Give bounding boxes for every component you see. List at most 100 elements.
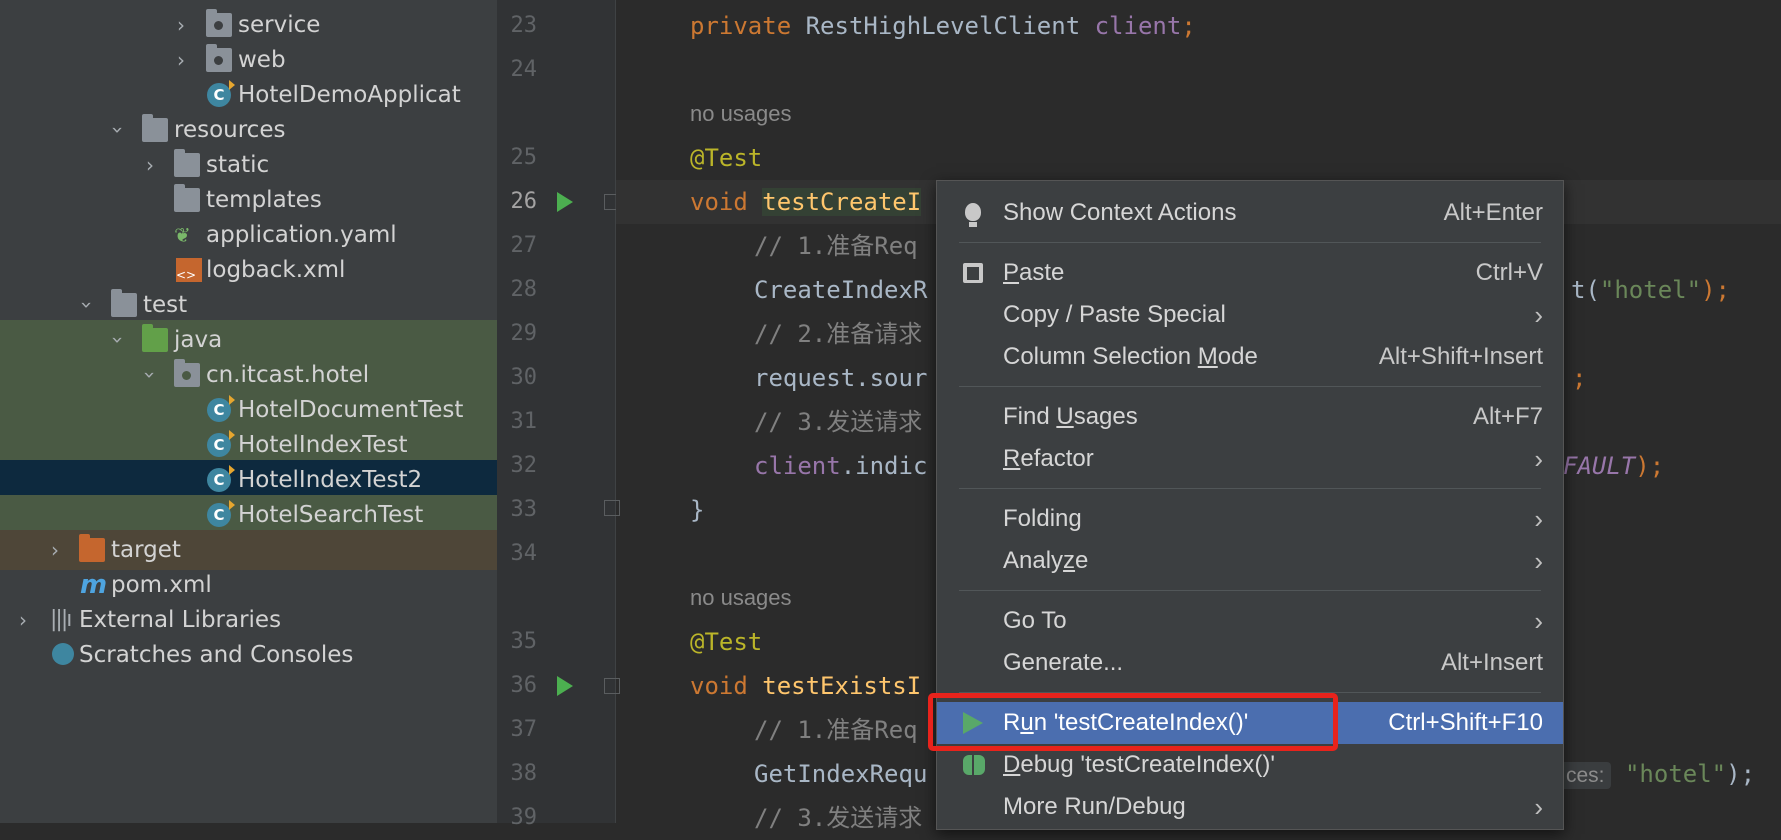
- tree-item-test[interactable]: › test: [0, 285, 497, 325]
- run-test-gutter-icon[interactable]: [557, 676, 573, 696]
- line-number: 30: [510, 365, 538, 390]
- line-number: 33: [510, 497, 538, 522]
- chevron-right-icon[interactable]: ›: [171, 40, 191, 80]
- line-number: 23: [510, 13, 538, 38]
- line-number: 29: [510, 321, 538, 346]
- menu-item-label: Refactor: [1003, 445, 1094, 472]
- menu-item-analyze[interactable]: Analyze ›: [937, 540, 1563, 582]
- tree-item-cn-itcast-hotel[interactable]: › cn.itcast.hotel: [0, 355, 497, 395]
- code-line-32[interactable]: client.indic: [754, 444, 927, 488]
- code-line-38[interactable]: GetIndexRequ: [754, 752, 927, 796]
- code-line-30-tail[interactable]: ;: [1572, 356, 1586, 400]
- menu-item-column-selection-mode[interactable]: Column Selection Mode Alt+Shift+Insert: [937, 336, 1563, 378]
- tree-item-web[interactable]: › web: [0, 40, 497, 80]
- menu-item-copy-paste-special[interactable]: Copy / Paste Special ›: [937, 294, 1563, 336]
- tree-item-hoteldocumenttest[interactable]: C HotelDocumentTest: [0, 390, 497, 430]
- code-line-28[interactable]: CreateIndexR: [754, 268, 927, 312]
- tree-item-label: HotelSearchTest: [238, 502, 424, 528]
- line-number: 26: [510, 189, 538, 214]
- editor-context-menu: Show Context Actions Alt+Enter Paste Ctr…: [936, 180, 1564, 830]
- tree-item-resources[interactable]: › resources: [0, 110, 497, 150]
- menu-item-shortcut: Alt+Enter: [1443, 199, 1543, 226]
- usages-hint[interactable]: no usages: [690, 576, 792, 620]
- tree-item-hotelsearchtest[interactable]: C HotelSearchTest: [0, 495, 497, 535]
- menu-item-generate[interactable]: Generate... Alt+Insert: [937, 642, 1563, 684]
- chevron-down-icon[interactable]: ›: [130, 365, 170, 385]
- tree-item-label: Scratches and Consoles: [79, 642, 354, 668]
- keyword: private: [690, 12, 792, 40]
- menu-item-folding[interactable]: Folding ›: [937, 498, 1563, 540]
- tree-item-templates[interactable]: templates: [0, 180, 497, 220]
- test-class-icon: C: [207, 500, 235, 527]
- method-name: testExistsI: [762, 672, 922, 700]
- code-line-27[interactable]: // 1.准备Req: [754, 224, 918, 268]
- libraries-icon: |||ı: [50, 607, 72, 632]
- code-line-35[interactable]: @Test: [690, 620, 762, 664]
- tree-item-scratches[interactable]: Scratches and Consoles: [0, 635, 497, 675]
- tree-item-static[interactable]: › static: [0, 145, 497, 185]
- code-line-29[interactable]: // 2.准备请求: [754, 312, 922, 356]
- chevron-down-icon[interactable]: ›: [98, 120, 138, 140]
- code-line-36[interactable]: void testExistsI: [690, 664, 921, 708]
- chevron-right-icon[interactable]: ›: [45, 530, 65, 570]
- chevron-right-icon[interactable]: ›: [13, 600, 33, 640]
- code-line-38-tail[interactable]: ces: "hotel");: [1560, 752, 1755, 796]
- tree-item-java[interactable]: › java: [0, 320, 497, 360]
- usages-hint[interactable]: no usages: [690, 92, 792, 136]
- folder-package-icon: [206, 44, 232, 72]
- resources-folder-icon: [142, 114, 168, 142]
- tree-item-label: templates: [206, 187, 322, 213]
- chevron-down-icon[interactable]: ›: [67, 295, 107, 315]
- tree-item-label: HotelIndexTest: [238, 432, 408, 458]
- yaml-icon: ❦: [174, 223, 191, 247]
- menu-item-run-test[interactable]: Run 'testCreateIndex()' Ctrl+Shift+F10: [937, 702, 1563, 744]
- spring-class-icon: C: [207, 80, 235, 107]
- code-line-28-tail[interactable]: t("hotel");: [1571, 268, 1730, 312]
- line-number: 27: [510, 233, 538, 258]
- tree-item-pom-xml[interactable]: m pom.xml: [0, 565, 497, 605]
- menu-item-go-to[interactable]: Go To ›: [937, 600, 1563, 642]
- code-line-33[interactable]: }: [690, 488, 704, 532]
- tree-item-application-yaml[interactable]: ❦ application.yaml: [0, 215, 497, 255]
- tree-item-label: resources: [174, 117, 286, 143]
- code-line-39[interactable]: // 3.发送请求: [754, 796, 922, 840]
- code-line-37[interactable]: // 1.准备Req: [754, 708, 918, 752]
- constant-name: FAULT: [1563, 452, 1636, 480]
- menu-item-label: Column Selection Mode: [1003, 343, 1258, 370]
- code-line-32-tail[interactable]: FAULT);: [1563, 444, 1664, 488]
- menu-item-more-run-debug[interactable]: More Run/Debug ›: [937, 786, 1563, 828]
- tree-item-external-libraries[interactable]: › |||ı External Libraries: [0, 600, 497, 640]
- menu-item-show-context-actions[interactable]: Show Context Actions Alt+Enter: [937, 192, 1563, 234]
- code-line-30[interactable]: request.sour: [754, 356, 927, 400]
- project-tree: › service › web C HotelDemoApplicat › re…: [0, 0, 497, 823]
- tree-item-hotelindextest[interactable]: C HotelIndexTest: [0, 425, 497, 465]
- line-number: 32: [510, 453, 538, 478]
- punctuation: ;: [1181, 12, 1196, 40]
- submenu-arrow-icon: ›: [1534, 606, 1543, 636]
- menu-item-shortcut: Ctrl+Shift+F10: [1388, 709, 1543, 736]
- tree-item-hoteldemoapplication[interactable]: C HotelDemoApplicat: [0, 75, 497, 115]
- menu-separator: [959, 386, 1541, 387]
- chevron-right-icon[interactable]: ›: [140, 145, 160, 185]
- folder-package-icon: [206, 9, 232, 37]
- run-test-gutter-icon[interactable]: [557, 192, 573, 212]
- code-line-31[interactable]: // 3.发送请求: [754, 400, 922, 444]
- menu-item-debug-test[interactable]: Debug 'testCreateIndex()': [937, 744, 1563, 786]
- tree-item-service[interactable]: › service: [0, 5, 497, 45]
- chevron-down-icon[interactable]: ›: [98, 330, 138, 350]
- code-line-26[interactable]: void testCreateI: [690, 180, 922, 224]
- clipboard-icon: [963, 263, 983, 283]
- menu-item-find-usages[interactable]: Find Usages Alt+F7: [937, 396, 1563, 438]
- line-number: 35: [510, 629, 538, 654]
- code-line-25[interactable]: @Test: [690, 136, 762, 180]
- tree-item-hotelindextest2[interactable]: C HotelIndexTest2: [0, 460, 497, 500]
- tree-item-target[interactable]: › target: [0, 530, 497, 570]
- menu-item-paste[interactable]: Paste Ctrl+V: [937, 252, 1563, 294]
- submenu-arrow-icon: ›: [1534, 444, 1543, 474]
- menu-item-refactor[interactable]: Refactor ›: [937, 438, 1563, 480]
- code-line-23[interactable]: private RestHighLevelClient client;: [690, 4, 1196, 48]
- line-number: 24: [510, 57, 538, 82]
- punctuation: );: [1635, 452, 1665, 480]
- tree-item-logback-xml[interactable]: <> logback.xml: [0, 250, 497, 290]
- chevron-right-icon[interactable]: ›: [171, 5, 191, 45]
